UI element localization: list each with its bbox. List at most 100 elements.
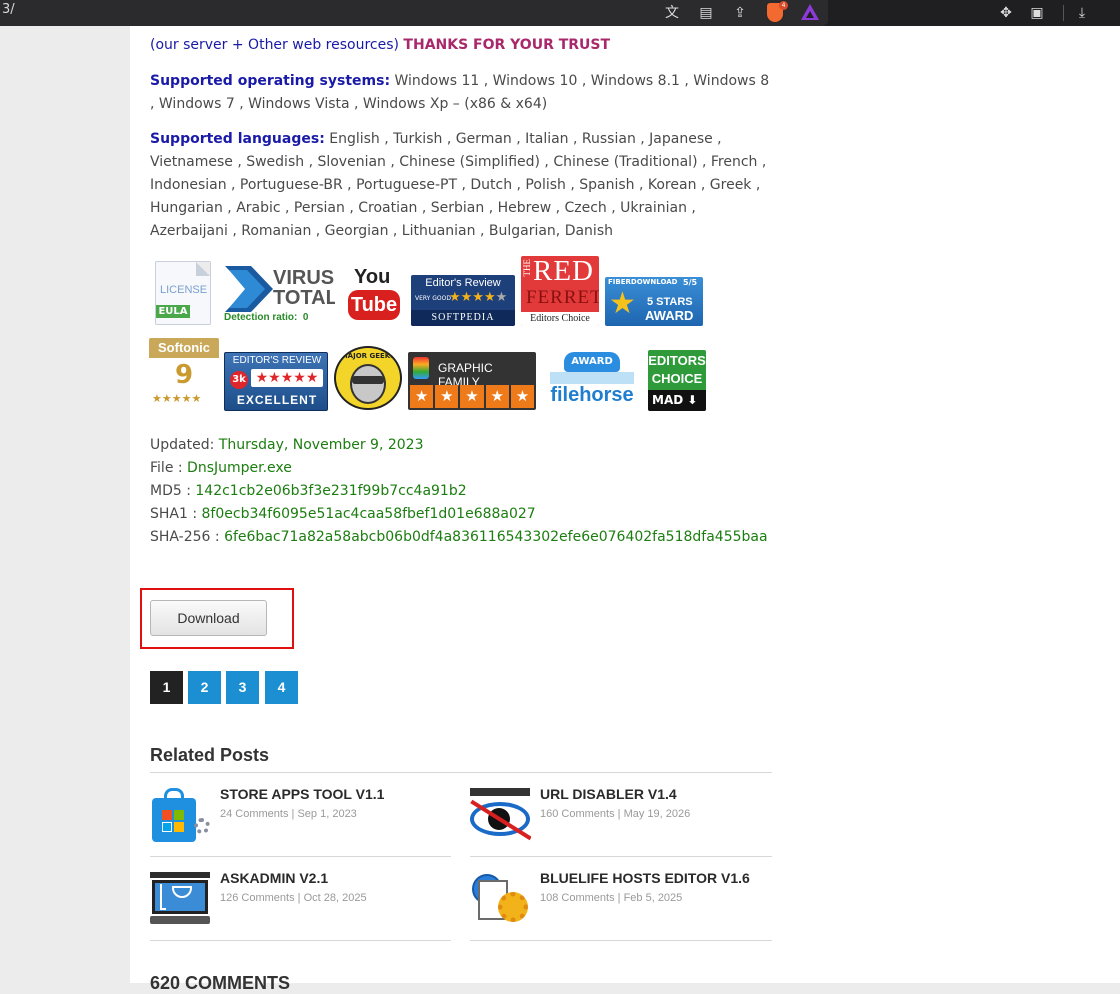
sources-text: (our server + Other web resources) [150,37,399,53]
trust-line: (our server + Other web resources) THANK… [150,34,772,57]
virustotal-badge[interactable]: VIRUS TOTAL Detection ratio: 0 [223,264,335,327]
fiberdownload-text: FIBERDOWNLOAD [608,278,678,286]
post-meta-askadmin: 126 Comments | Oct 28, 2025 [220,892,367,904]
translate-icon[interactable]: 文 [663,4,681,22]
tube-text: Tube [348,290,400,320]
divider [150,772,772,773]
filehorse-name-text: filehorse [550,384,634,406]
softonic-score-text: 9 [174,360,194,390]
star-icon: ★ [609,286,636,321]
related-posts-heading: Related Posts [150,745,270,765]
goggles-icon [352,376,384,384]
five-stars-text: 5 STARS [647,296,693,308]
editors-choice-text: Editors Choice [521,312,599,326]
softonic-text: Softonic [149,338,219,358]
eula-text: EULA [156,305,190,318]
page-2-link[interactable]: 2 [188,671,221,704]
comments-heading: 620 COMMENTS [150,973,291,993]
divider [470,940,772,941]
softpedia-stars-icon: ★★★★★ [449,290,508,305]
softonic-stars-icon: ★★★★★ [152,392,202,405]
divider [150,856,451,857]
mad-text: MAD ⬇ [648,390,706,411]
fiberdownload-score-text: 5/5 [683,278,698,287]
sha256-row: SHA-256 : 6fe6bac71a82a58abcb06b0df4a836… [150,529,768,545]
toolbar-divider [1063,5,1064,21]
share-icon[interactable]: ⇪ [731,4,749,22]
shields-count-badge: 4 [779,1,788,10]
thanks-text: THANKS FOR YOUR TRUST [403,37,611,53]
post-title-url-disabler[interactable]: URL DISABLER V1.4 [540,786,677,802]
filehorse-badge[interactable]: AWARD filehorse [542,350,642,411]
sha1-row: SHA1 : 8f0ecb34f6095e51ac4caa58fbef1d01e… [150,506,536,522]
softpedia-name-text: SOFTPEDIA [411,310,515,326]
supported-os-paragraph: Supported operating systems: Windows 11 … [150,70,772,116]
threek-stars-icon: ★★★★★ [251,369,323,387]
youtube-badge[interactable]: You Tube [348,266,400,322]
store-apps-thumbnail[interactable] [150,788,211,844]
virus-text: VIRUS [273,267,335,289]
editors-text: EDITORS [648,353,706,368]
choice-text: CHOICE [651,371,703,386]
ferret-text: FERRET [526,287,599,308]
page-4-link[interactable]: 4 [265,671,298,704]
award-text: AWARD [645,308,694,323]
page-3-link[interactable]: 3 [226,671,259,704]
languages-value: English , Turkish , German , Italian , R… [150,131,767,239]
supported-languages-paragraph: Supported languages: English , Turkish ,… [150,128,772,243]
virustotal-logo-icon [225,266,273,312]
file-row: File : DnsJumper.exe [150,460,292,476]
browser-toolbar: 3/ 文 ▤ ⇪ 4 ✥ ▣ ⤓ [0,0,1120,26]
file-name: DnsJumper.exe [187,460,292,476]
md5-hash: 142c1cb2e06b3f3e231f99b7cc4a91b2 [195,483,467,499]
download-button[interactable]: Download [150,600,267,636]
reader-icon[interactable]: ▤ [697,4,715,22]
wallet-icon[interactable]: ▣ [1028,4,1046,22]
sha256-hash: 6fe6bac71a82a58abcb06b0df4a836116543302e… [224,529,768,545]
sha1-hash: 8f0ecb34f6095e51ac4caa58fbef1d01e688a027 [201,506,536,522]
hosts-editor-thumbnail[interactable] [470,872,531,928]
post-title-hosts-editor[interactable]: BLUELIFE HOSTS EDITOR V1.6 [540,870,750,886]
softpedia-badge[interactable]: Editor's Review VERY GOOD ★★★★★ SOFTPEDI… [411,275,515,326]
softpedia-rating-text: VERY GOOD [415,295,451,302]
total-text: TOTAL [273,287,335,309]
divider [470,856,772,857]
majorgeeks-text: MAJOR GEEKS [340,352,396,360]
editors-choice-badge[interactable]: EDITORS CHOICE MAD ⬇ [648,350,706,411]
divider [150,940,451,941]
post-meta-hosts-editor: 108 Comments | Feb 5, 2025 [540,892,683,904]
majorgeeks-badge[interactable]: MAJOR GEEKS [334,346,402,410]
filehorse-award-text: AWARD [564,352,620,372]
majorgeeks-mascot-icon [350,364,386,404]
languages-label: Supported languages: [150,131,325,147]
red-ferret-badge[interactable]: THE RED FERRET Editors Choice [521,256,599,326]
post-title-askadmin[interactable]: ASKADMIN V2.1 [220,870,328,886]
post-title-store-apps[interactable]: STORE APPS TOOL V1.1 [220,786,384,802]
url-text: 3/ [2,2,15,17]
detection-ratio-text: Detection ratio: 0 [224,312,309,323]
post-meta-store-apps: 24 Comments | Sep 1, 2023 [220,808,357,820]
page-1-link[interactable]: 1 [150,671,183,704]
brave-rewards-icon[interactable] [801,4,819,20]
downloads-icon[interactable]: ⤓ [1073,4,1091,22]
updated-date: Thursday, November 9, 2023 [218,437,424,453]
threek-badge[interactable]: EDITOR'S REVIEW 3k ★★★★★ EXCELLENT [224,352,328,411]
red-text: RED [533,256,594,287]
md5-row: MD5 : 142c1cb2e06b3f3e231f99b7cc4a91b2 [150,483,467,499]
you-text: You [354,266,391,288]
graphic-family-logo-icon [413,357,429,379]
softpedia-review-text: Editor's Review [425,277,501,289]
softonic-badge[interactable]: Softonic 9 ★★★★★ [149,338,219,410]
the-text: THE [522,259,532,277]
fiberdownload-badge[interactable]: FIBERDOWNLOAD 5/5 ★ 5 STARS AWARD [605,277,703,326]
graphic-family-badge[interactable]: GRAPHIC FAMILY ★ ★ ★ ★ ★ [408,352,536,410]
threek-logo-icon: 3k [230,371,248,389]
os-label: Supported operating systems: [150,73,391,89]
updated-row: Updated: Thursday, November 9, 2023 [150,437,424,453]
url-disabler-thumbnail[interactable] [470,788,531,844]
askadmin-thumbnail[interactable] [150,872,211,928]
extensions-icon[interactable]: ✥ [997,4,1015,22]
license-eula-badge[interactable]: LICENSE EULA [155,261,211,325]
threek-review-text: EDITOR'S REVIEW [232,355,322,366]
file-info: Updated: Thursday, November 9, 2023 File… [150,434,772,549]
